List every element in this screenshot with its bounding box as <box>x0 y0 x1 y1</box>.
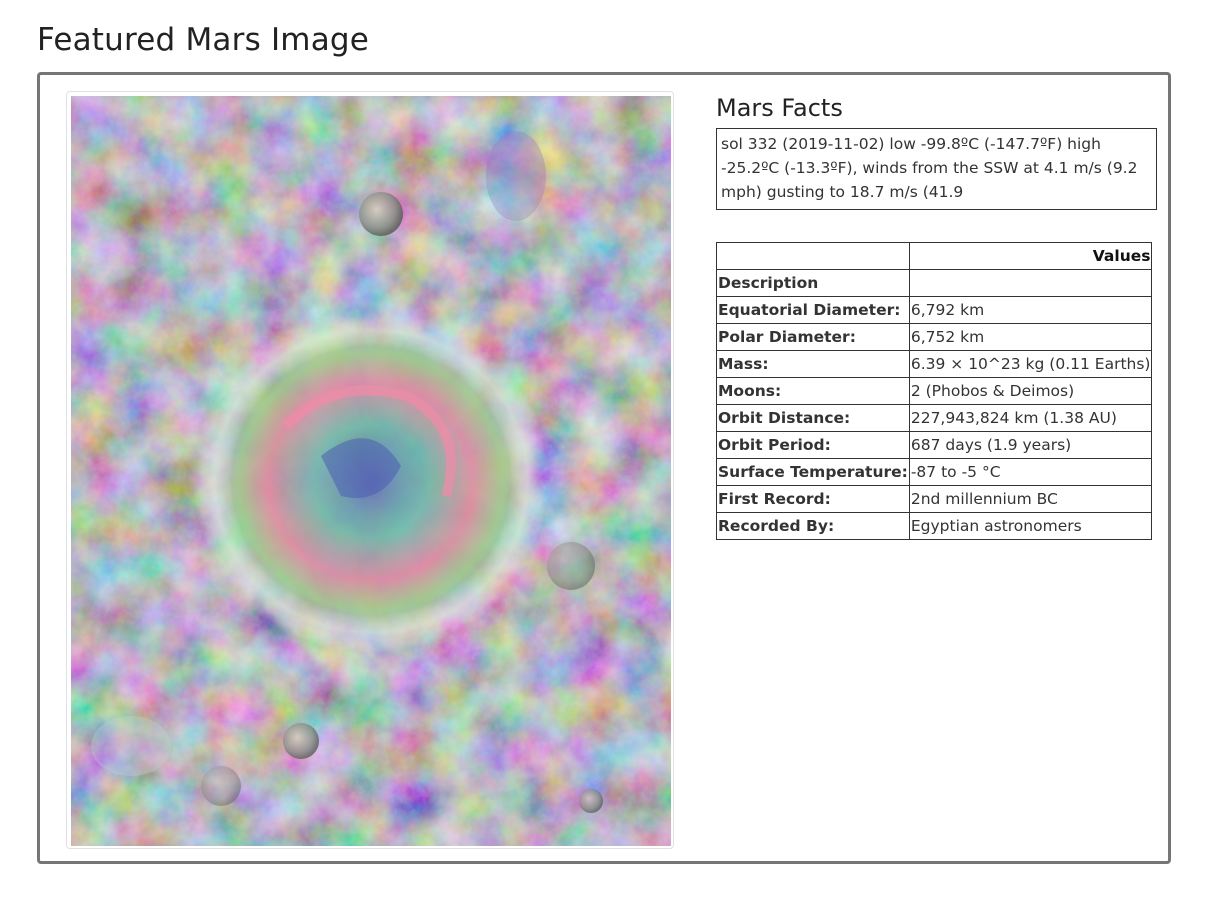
fact-label: Orbit Distance: <box>716 404 910 432</box>
fact-label: Polar Diameter: <box>716 323 910 351</box>
fact-label: Surface Temperature: <box>716 458 910 486</box>
table-row: Equatorial Diameter: 6,792 km <box>716 296 1153 324</box>
table-row: Surface Temperature: -87 to -5 °C <box>716 458 1153 486</box>
table-header-values: Values <box>908 242 1153 270</box>
table-row: Orbit Period: 687 days (1.9 years) <box>716 431 1153 459</box>
table-header-row: Values <box>716 242 1153 270</box>
table-row: First Record: 2nd millennium BC <box>716 485 1153 513</box>
fact-value: 227,943,824 km (1.38 AU) <box>908 404 1153 432</box>
mars-weather-text: sol 332 (2019-11-02) low -99.8ºC (-147.7… <box>716 128 1157 210</box>
fact-value: 6,792 km <box>908 296 1153 324</box>
fact-label: Orbit Period: <box>716 431 910 459</box>
table-row: Polar Diameter: 6,752 km <box>716 323 1153 351</box>
mars-facts-table: Values Description Equatorial Diameter: … <box>716 242 1153 540</box>
fact-value: 687 days (1.9 years) <box>908 431 1153 459</box>
fact-label: Description <box>716 269 910 297</box>
table-row: Moons: 2 (Phobos & Deimos) <box>716 377 1153 405</box>
fact-value: 6,752 km <box>908 323 1153 351</box>
fact-value: Egyptian astronomers <box>908 512 1153 540</box>
featured-image-frame <box>66 91 674 849</box>
fact-value <box>908 269 1153 297</box>
fact-label: Equatorial Diameter: <box>716 296 910 324</box>
fact-value: 6.39 × 10^23 kg (0.11 Earths) <box>908 350 1153 378</box>
fact-label: First Record: <box>716 485 910 513</box>
fact-label: Mass: <box>716 350 910 378</box>
table-header-key <box>716 242 910 270</box>
table-row: Mass: 6.39 × 10^23 kg (0.11 Earths) <box>716 350 1153 378</box>
fact-value: 2nd millennium BC <box>908 485 1153 513</box>
table-row: Description <box>716 269 1153 297</box>
mars-facts-title: Mars Facts <box>716 94 843 122</box>
page-title: Featured Mars Image <box>37 22 370 58</box>
fact-label: Recorded By: <box>716 512 910 540</box>
table-row: Orbit Distance: 227,943,824 km (1.38 AU) <box>716 404 1153 432</box>
fact-value: -87 to -5 °C <box>908 458 1153 486</box>
fact-value: 2 (Phobos & Deimos) <box>908 377 1153 405</box>
fact-label: Moons: <box>716 377 910 405</box>
featured-mars-image <box>71 96 671 846</box>
table-row: Recorded By: Egyptian astronomers <box>716 512 1153 540</box>
